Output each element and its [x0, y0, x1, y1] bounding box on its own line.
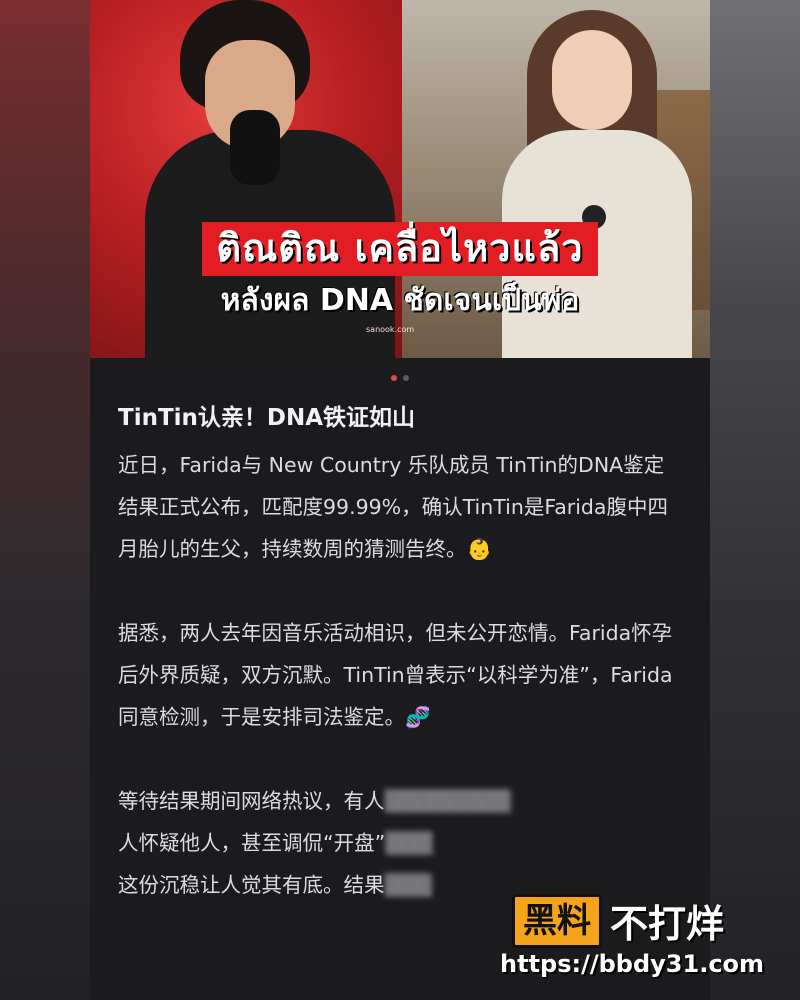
carousel-dot-2[interactable]	[403, 375, 409, 381]
watermark-text: 不打烊	[610, 902, 725, 946]
phone-screen: ติณติณ เคลื่อไหวแล้ว หลังผล DNA ชัดเจนเป…	[90, 0, 710, 1000]
post-title: TinTin认亲！DNA铁证如山	[118, 405, 416, 431]
para-3-line-1: 等待结果期间网络热议，有人	[118, 789, 385, 813]
censored-text: ▒▒▒	[384, 873, 432, 897]
censored-text: ▒▒▒	[385, 831, 433, 855]
post-paragraph-3: 等待结果期间网络热议，有人▒▒▒▒▒▒▒▒ 人怀疑他人，甚至调侃“开盘”▒▒▒ …	[118, 780, 682, 906]
post-paragraph-1: 近日，Farida与 New Country 乐队成员 TinTin的DNA鉴定…	[118, 453, 668, 561]
woman-face	[552, 30, 632, 130]
post-paragraph-2: 据悉，两人去年因音乐活动相识，但未公开恋情。Farida怀孕后外界质疑，双方沉默…	[118, 621, 673, 729]
blurred-background-left	[0, 0, 90, 1000]
para-3-line-3: 这份沉稳让人觉其有底。结果	[118, 873, 385, 897]
post-content: TinTin认亲！DNA铁证如山 近日，Farida与 New Country …	[90, 402, 710, 906]
carousel-indicator	[90, 358, 710, 398]
para-3-line-2: 人怀疑他人，甚至调侃“开盘”	[118, 831, 386, 855]
watermark-url: https://bbdy31.com	[500, 950, 765, 978]
post-image-carousel[interactable]: ติณติณ เคลื่อไหวแล้ว หลังผล DNA ชัดเจนเป…	[90, 0, 710, 358]
watermark: 黑料 不打烊	[512, 893, 724, 948]
carousel-dot-1[interactable]	[391, 375, 397, 381]
headline-line-1: ติณติณ เคลื่อไหวแล้ว	[202, 222, 598, 276]
censored-text: ▒▒▒▒▒▒▒▒	[384, 789, 511, 813]
blurred-background-right	[710, 0, 800, 1000]
source-tag: sanook.com	[366, 325, 415, 334]
headline-line-2: หลังผล DNA ชัดเจนเป็นพ่อ	[220, 283, 580, 318]
screenshot-stage: ติณติณ เคลื่อไหวแล้ว หลังผล DNA ชัดเจนเป…	[0, 0, 800, 1000]
hero-headline: ติณติณ เคลื่อไหวแล้ว หลังผล DNA ชัดเจนเป…	[90, 222, 710, 318]
watermark-logo: 黑料	[512, 893, 602, 948]
gloved-hand	[230, 110, 280, 185]
